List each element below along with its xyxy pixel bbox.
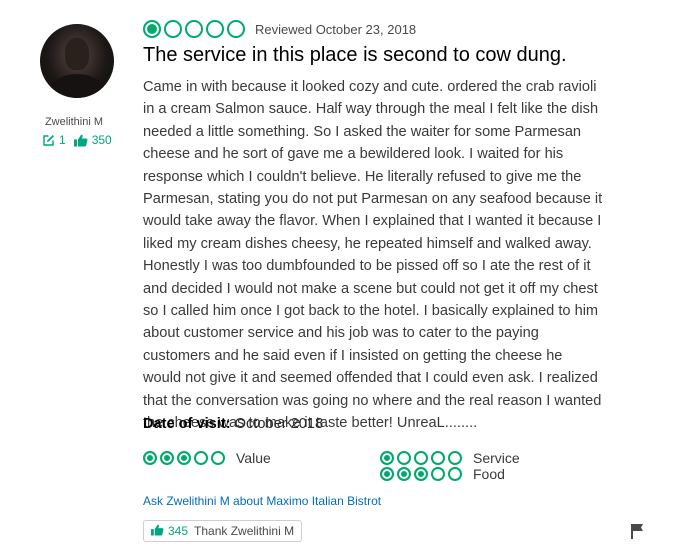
rating-bubble-filled xyxy=(380,467,394,481)
value-label: Value xyxy=(236,450,271,466)
rating-bubble-empty xyxy=(211,451,225,465)
contribution-count-value: 1 xyxy=(59,133,66,147)
sub-rating-value: Value xyxy=(143,450,271,466)
avatar-shoulders xyxy=(48,74,106,98)
rating-bubble-empty xyxy=(397,451,411,465)
review-rating-bubbles xyxy=(143,20,248,38)
service-rating-bubbles xyxy=(380,451,465,465)
rating-bubble-empty xyxy=(448,451,462,465)
rating-bubble-empty xyxy=(227,20,245,38)
rating-bubble-empty xyxy=(164,20,182,38)
rating-bubble-filled xyxy=(143,20,161,38)
sub-rating-service: Service xyxy=(380,450,520,466)
food-rating-bubbles xyxy=(380,467,465,481)
rating-bubble-empty xyxy=(448,467,462,481)
review-date: Reviewed October 23, 2018 xyxy=(255,21,417,37)
rating-bubble-filled xyxy=(414,467,428,481)
rating-bubble-filled xyxy=(177,451,191,465)
ask-reviewer-link[interactable]: Ask Zwelithini M about Maximo Italian Bi… xyxy=(143,494,381,508)
review-title[interactable]: The service in this place is second to c… xyxy=(143,44,567,67)
helpful-vote-icon xyxy=(73,134,88,147)
helpful-vote-count-value: 350 xyxy=(91,133,112,147)
rating-bubble-empty xyxy=(185,20,203,38)
service-label: Service xyxy=(473,450,520,466)
rating-bubble-empty xyxy=(194,451,208,465)
thank-count: 345 xyxy=(168,524,189,538)
value-rating-bubbles xyxy=(143,451,228,465)
thank-label: Thank Zwelithini M xyxy=(194,524,295,538)
avatar-face xyxy=(65,38,89,70)
avatar[interactable] xyxy=(40,24,114,98)
reviewer-stats: 1 350 xyxy=(42,133,112,147)
rating-bubble-empty xyxy=(206,20,224,38)
rating-bubble-empty xyxy=(414,451,428,465)
helpful-vote-count: 350 xyxy=(73,133,112,147)
flag-icon[interactable] xyxy=(630,523,644,544)
rating-bubble-empty xyxy=(431,451,445,465)
sub-rating-food: Food xyxy=(380,466,505,482)
review-body: Came in with because it looked cozy and … xyxy=(143,79,603,432)
reviewer-name[interactable]: Zwelithini M xyxy=(0,116,148,128)
rating-bubble-filled xyxy=(397,467,411,481)
review-count-icon xyxy=(42,134,55,147)
review-rating: Reviewed October 23, 2018 xyxy=(143,20,416,38)
contribution-count: 1 xyxy=(42,133,66,147)
rating-bubble-filled xyxy=(160,451,174,465)
rating-bubble-filled xyxy=(380,451,394,465)
thank-button[interactable]: 345 Thank Zwelithini M xyxy=(143,520,303,542)
thumbs-up-icon xyxy=(151,524,164,539)
date-of-visit-value: October 2018 xyxy=(234,416,324,432)
food-label: Food xyxy=(473,466,505,482)
date-of-visit-label: Date of visit: xyxy=(143,416,231,432)
date-of-visit: Date of visit: October 2018 xyxy=(143,416,323,432)
rating-bubble-empty xyxy=(431,467,445,481)
rating-bubble-filled xyxy=(143,451,157,465)
